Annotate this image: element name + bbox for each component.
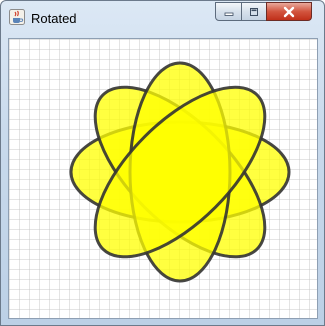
window-title: Rotated xyxy=(31,11,77,26)
maximize-icon xyxy=(250,7,258,16)
rotated-ellipses-drawing xyxy=(9,39,317,318)
close-icon xyxy=(283,6,295,17)
minimize-button[interactable] xyxy=(215,2,242,21)
minimize-icon xyxy=(224,12,233,16)
app-window: Rotated xyxy=(0,0,325,326)
java-cup-icon xyxy=(9,9,25,25)
close-button[interactable] xyxy=(266,2,312,21)
drawing-canvas[interactable] xyxy=(8,38,318,319)
title-bar[interactable]: Rotated xyxy=(1,1,324,31)
maximize-button[interactable] xyxy=(241,2,267,21)
